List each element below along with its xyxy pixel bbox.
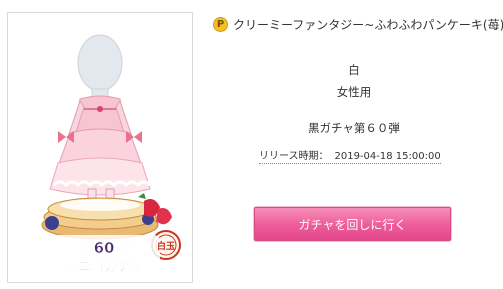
release-date: 2019-04-18 15:00:00 <box>334 151 441 162</box>
item-gender: 女性用 <box>336 85 372 99</box>
item-title: クリーミーファンタジー~ふわふわパンケーキ(苺) <box>233 18 503 32</box>
release-info: リリース時期： 2019-04-18 15:00:00 <box>259 147 441 164</box>
badge-line2: 黒ニコガチャ <box>65 259 143 275</box>
badge-line1: 第60弾 <box>79 239 130 257</box>
item-preview: 第60弾 黒ニコガチャ 白玉 <box>7 12 193 283</box>
badge-stamp: 白玉 <box>157 240 175 252</box>
item-title-row: P クリーミーファンタジー~ふわふわパンケーキ(苺) <box>213 16 503 33</box>
gacha-name: 黒ガチャ第６０弾 <box>308 121 400 135</box>
item-color: 白 <box>348 63 360 77</box>
release-label: リリース時期： <box>259 151 329 162</box>
coin-p-icon: P <box>213 17 228 32</box>
avatar-preview-image: 第60弾 黒ニコガチャ 白玉 <box>41 34 181 275</box>
go-to-gacha-button[interactable]: ガチャを回しに行く <box>254 207 451 241</box>
